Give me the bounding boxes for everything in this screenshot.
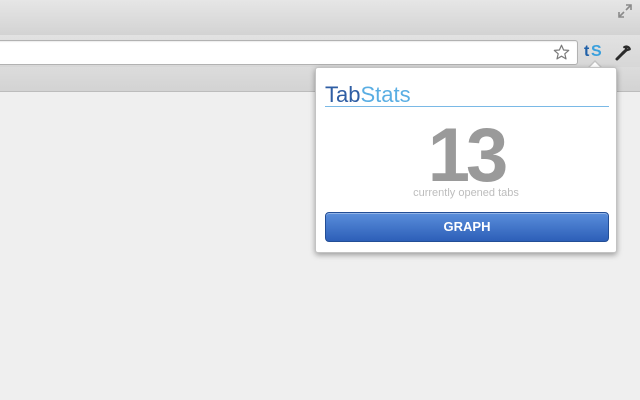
popup-title: TabStats bbox=[325, 82, 411, 108]
tabstats-popup: TabStats 13 currently opened tabs GRAPH bbox=[315, 67, 617, 253]
title-divider bbox=[325, 106, 609, 107]
tabstats-icon-s: S bbox=[591, 43, 602, 60]
open-tabs-count-label: currently opened tabs bbox=[413, 187, 519, 199]
popup-title-tab: Tab bbox=[325, 82, 361, 107]
tabstats-icon-t: t bbox=[584, 43, 590, 60]
address-bar[interactable] bbox=[0, 40, 578, 65]
open-tabs-count: 13 bbox=[427, 113, 509, 198]
graph-button[interactable]: GRAPH bbox=[325, 212, 609, 242]
wrench-icon[interactable] bbox=[614, 44, 632, 62]
browser-toolbar bbox=[0, 35, 640, 67]
bookmark-star-icon[interactable] bbox=[552, 43, 571, 62]
window-titlebar bbox=[0, 0, 640, 35]
popup-title-stats: Stats bbox=[360, 82, 411, 107]
restore-window-icon[interactable] bbox=[616, 2, 634, 20]
